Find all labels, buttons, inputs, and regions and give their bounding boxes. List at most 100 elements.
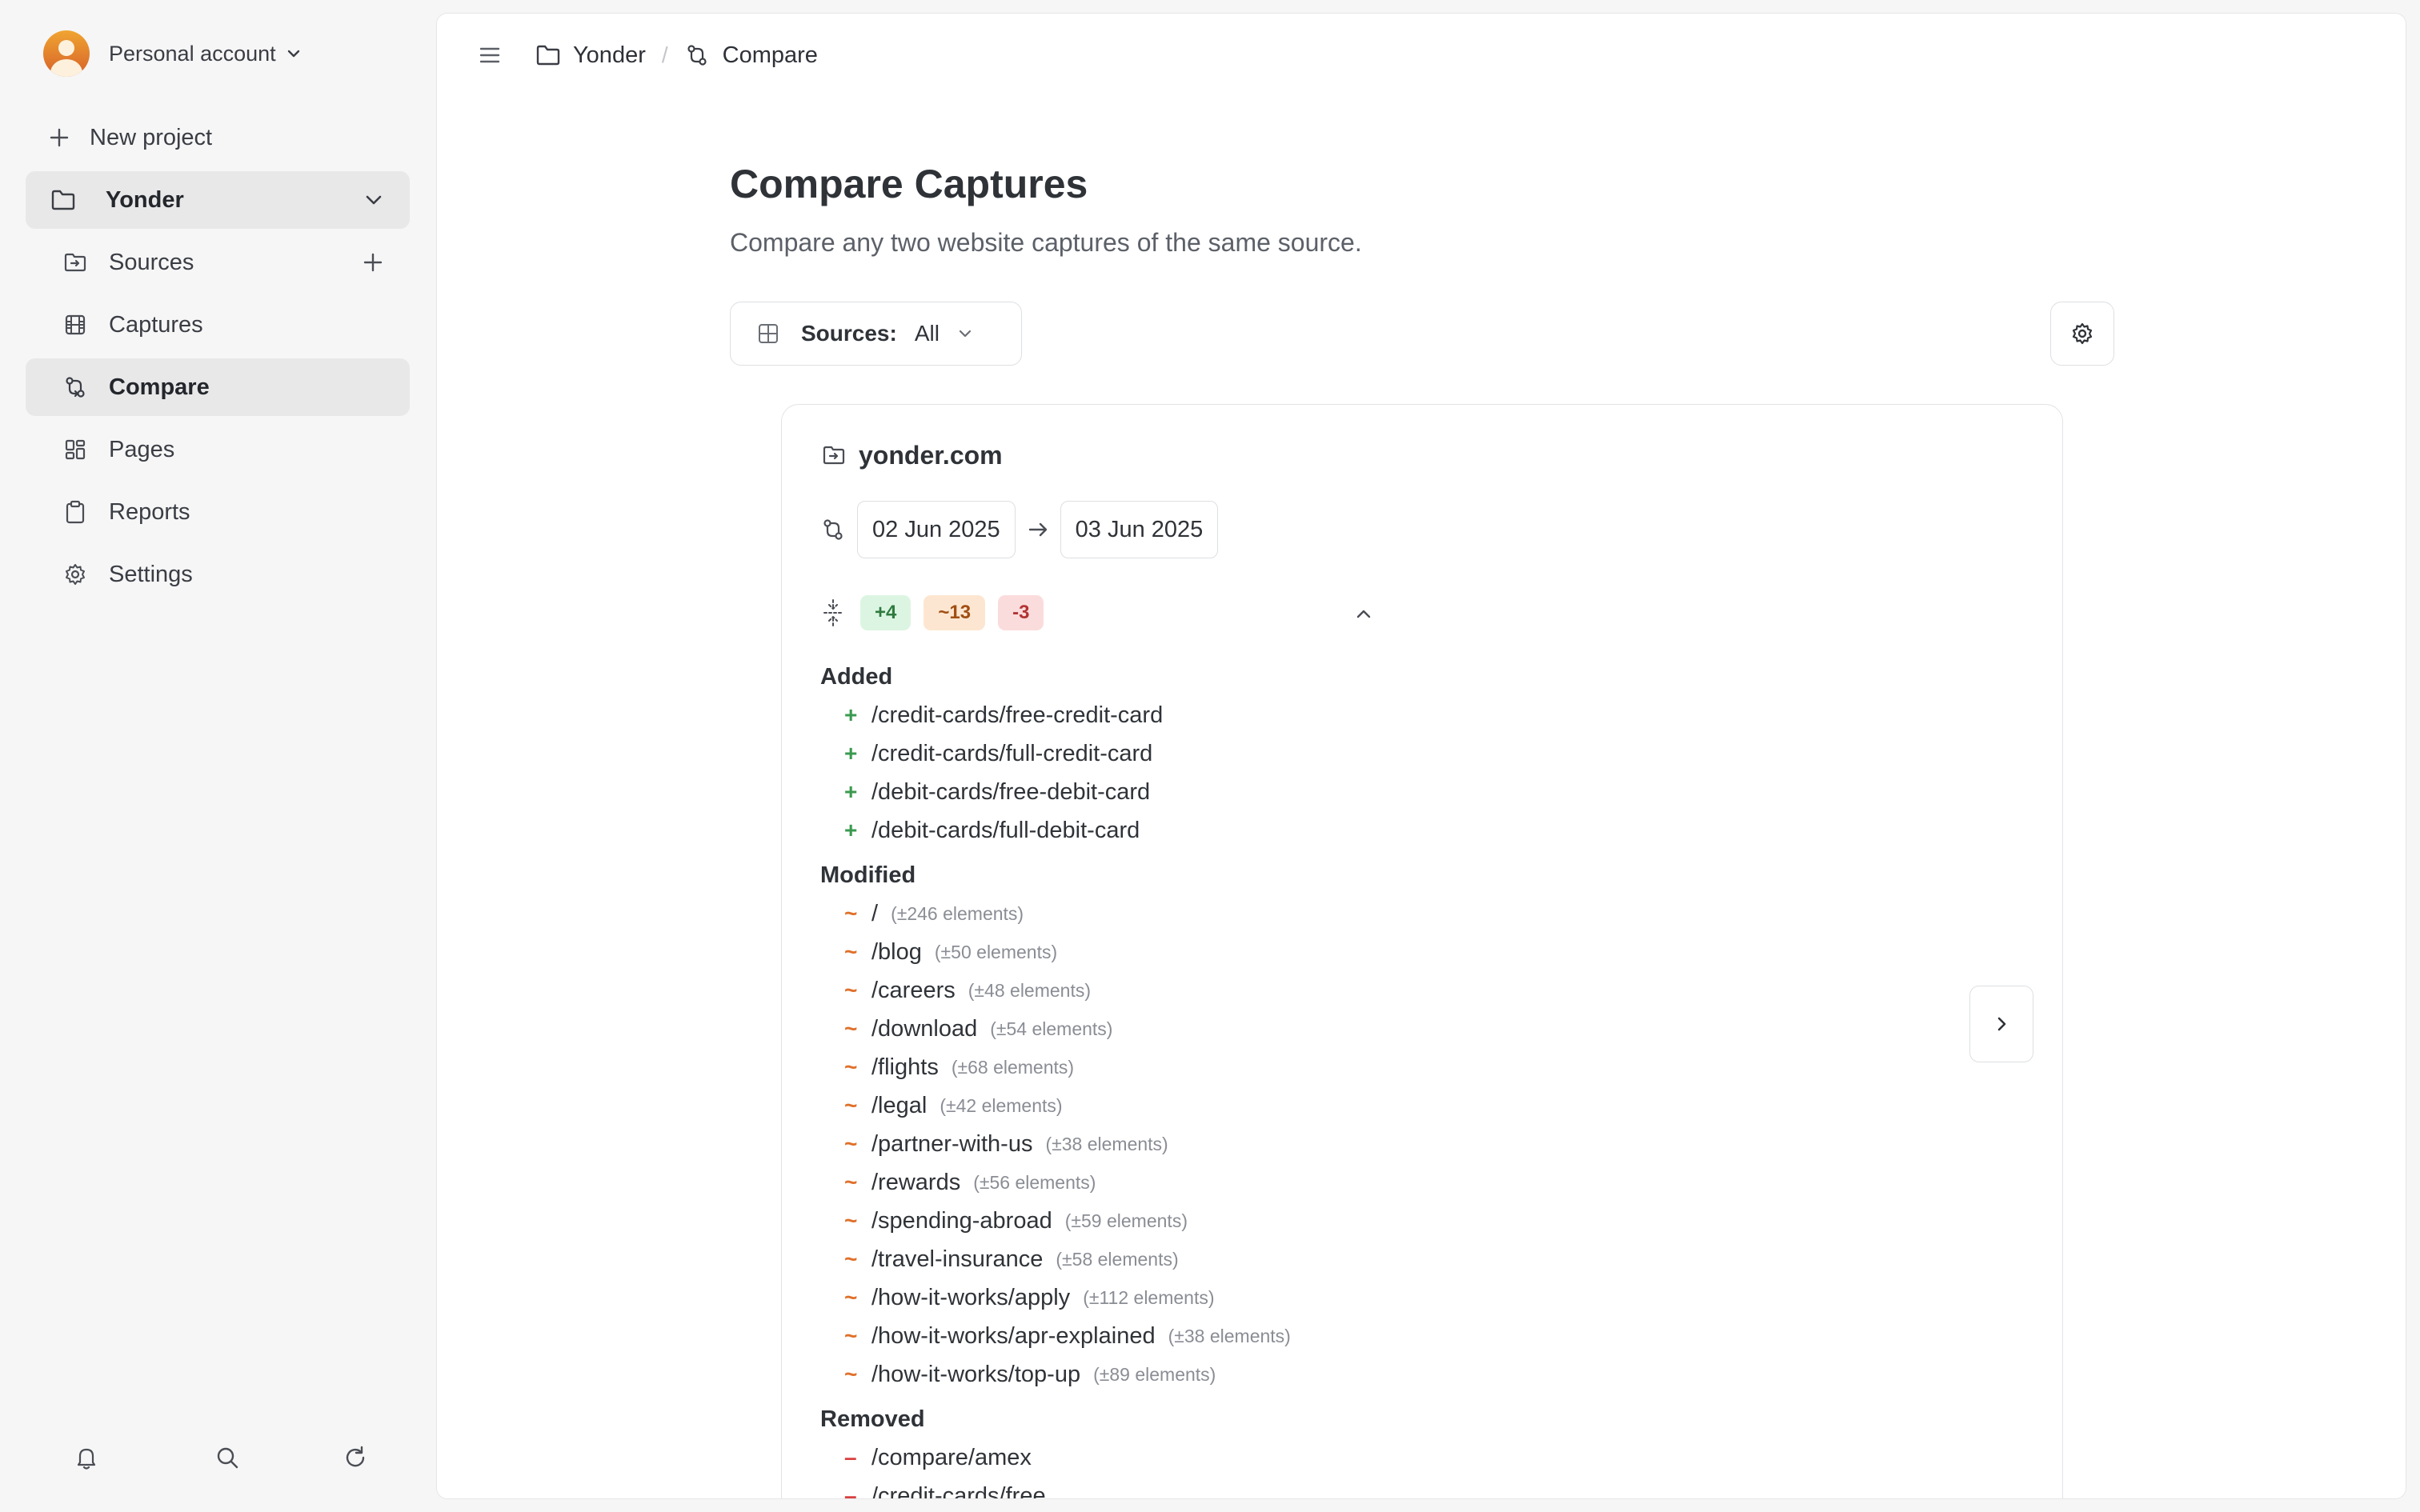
account-label: Personal account <box>109 41 276 66</box>
page-path: /credit-cards/full-credit-card <box>871 740 1153 766</box>
list-item[interactable]: ~ /how-it-works/top-up (±89 elements) <box>820 1355 1861 1394</box>
folder-icon <box>50 186 77 214</box>
sidebar-footer <box>64 1440 384 1475</box>
sidebar-item-label: Pages <box>109 436 175 462</box>
page-path: /debit-cards/full-debit-card <box>871 817 1140 843</box>
bell-icon[interactable] <box>69 1440 104 1475</box>
element-count: (±112 elements) <box>1083 1286 1215 1308</box>
sidebar: Personal account New project Yonder Sour… <box>0 0 432 1512</box>
list-item[interactable]: –/credit-cards/free <box>820 1477 1861 1499</box>
removed-section-title: Removed <box>820 1406 925 1432</box>
page-path: /credit-cards/free-credit-card <box>871 702 1164 728</box>
list-item[interactable]: ~ /blog (±50 elements) <box>820 933 1861 971</box>
to-date-picker[interactable]: 03 Jun 2025 <box>1060 501 1219 558</box>
breadcrumb-page: Compare <box>722 42 818 68</box>
menu-icon[interactable] <box>477 42 503 68</box>
sidebar-item-reports[interactable]: Reports <box>26 483 410 541</box>
sidebar-item-label: Sources <box>109 249 194 275</box>
list-item[interactable]: ~ /careers (±48 elements) <box>820 971 1861 1010</box>
list-item[interactable]: + /credit-cards/free-credit-card <box>820 696 1861 734</box>
chevron-up-icon[interactable] <box>1352 602 1376 626</box>
removed-symbol: – <box>844 1445 857 1470</box>
arrow-right-icon <box>1016 517 1060 542</box>
list-item[interactable]: + /debit-cards/free-debit-card <box>820 773 1861 811</box>
element-count: (±42 elements) <box>940 1094 1063 1116</box>
list-item[interactable]: ~ /how-it-works/apr-explained (±38 element… <box>820 1317 1861 1355</box>
sidebar-item-captures[interactable]: Captures <box>26 296 410 354</box>
list-item[interactable]: + /debit-cards/full-debit-card <box>820 811 1861 850</box>
sidebar-item-pages[interactable]: Pages <box>26 421 410 478</box>
list-item[interactable]: –/compare/amex <box>820 1438 1861 1477</box>
added-symbol: + <box>844 702 858 727</box>
avatar <box>43 30 90 77</box>
breadcrumb-separator: / <box>661 42 668 67</box>
page-path: /spending-abroad <box>871 1207 1052 1234</box>
list-item[interactable]: ~ /legal (±42 elements) <box>820 1086 1861 1125</box>
sidebar-item-compare[interactable]: Compare <box>26 358 410 416</box>
list-item[interactable]: ~ /rewards (±56 elements) <box>820 1163 1861 1202</box>
page-title: Compare Captures <box>730 162 1088 206</box>
project-yonder[interactable]: Yonder <box>26 171 410 229</box>
modified-symbol: ~ <box>844 1362 858 1386</box>
gear-icon <box>2070 322 2094 346</box>
new-project-button[interactable]: New project <box>26 109 410 166</box>
account-switcher[interactable]: Personal account <box>43 30 302 77</box>
element-count: (±56 elements) <box>973 1171 1096 1193</box>
add-source-icon[interactable] <box>362 251 384 274</box>
modified-symbol: ~ <box>844 1285 858 1310</box>
list-item[interactable]: ~ /spending-abroad (±59 elements) <box>820 1202 1861 1240</box>
list-item[interactable]: ~ /download (±54 elements) <box>820 1010 1861 1048</box>
modified-symbol: ~ <box>844 1093 858 1118</box>
from-date-picker[interactable]: 02 Jun 2025 <box>857 501 1016 558</box>
element-count: (±38 elements) <box>1168 1325 1291 1346</box>
modified-section-title: Modified <box>820 862 916 888</box>
modified-symbol: ~ <box>844 1054 858 1079</box>
sidebar-item-settings[interactable]: Settings <box>26 546 410 603</box>
page-path: /blog <box>871 938 922 965</box>
list-item[interactable]: + /credit-cards/full-credit-card <box>820 734 1861 773</box>
list-item[interactable]: ~ /partner-with-us (±38 elements) <box>820 1125 1861 1163</box>
added-section-title: Added <box>820 663 893 690</box>
sources-filter[interactable]: Sources: All <box>730 302 1022 366</box>
list-item[interactable]: ~ /travel-insurance (±58 elements) <box>820 1240 1861 1278</box>
page-path: /how-it-works/apply <box>871 1284 1071 1310</box>
search-icon[interactable] <box>210 1440 245 1475</box>
modified-symbol: ~ <box>844 1323 858 1348</box>
project-label: Yonder <box>106 186 184 213</box>
modified-symbol: ~ <box>844 939 858 964</box>
list-item[interactable]: ~ /flights (±68 elements) <box>820 1048 1861 1086</box>
next-button[interactable] <box>1969 986 2033 1062</box>
modified-symbol: ~ <box>844 1131 858 1156</box>
chevron-down-icon[interactable] <box>363 190 384 210</box>
main-panel: Yonder / Compare Compare Captures Compar… <box>436 13 2406 1499</box>
new-project-label: New project <box>90 124 213 150</box>
page-path: /debit-cards/free-debit-card <box>871 778 1151 805</box>
sources-icon <box>820 442 847 469</box>
list-item[interactable]: ~ /how-it-works/apply (±112 elements) <box>820 1278 1861 1317</box>
expand-vertical-icon[interactable] <box>820 598 846 627</box>
element-count: (±59 elements) <box>1064 1210 1188 1231</box>
compare-icon <box>684 42 710 68</box>
element-count: (±50 elements) <box>934 941 1058 962</box>
sidebar-item-label: Compare <box>109 374 210 400</box>
element-count: (±54 elements) <box>990 1018 1113 1039</box>
element-count: (±38 elements) <box>1045 1133 1168 1154</box>
list-item[interactable]: ~ / (±246 elements) <box>820 894 1861 933</box>
modified-symbol: ~ <box>844 1246 858 1271</box>
page-path: /careers <box>871 977 956 1003</box>
gear-icon <box>62 562 88 587</box>
modified-symbol: ~ <box>844 1208 858 1233</box>
settings-button[interactable] <box>2050 302 2114 366</box>
page-path: /credit-cards/free <box>871 1482 1046 1499</box>
sidebar-item-sources[interactable]: Sources <box>26 234 410 291</box>
plus-icon <box>46 125 72 150</box>
page-subtitle: Compare any two website captures of the … <box>730 228 1362 257</box>
chevron-down-icon <box>286 46 302 62</box>
source-header: yonder.com <box>820 438 1003 472</box>
breadcrumb-project[interactable]: Yonder <box>573 42 646 69</box>
chevron-down-icon <box>956 324 975 343</box>
element-count: (±89 elements) <box>1093 1363 1216 1385</box>
date-range: 02 Jun 2025 03 Jun 2025 <box>820 501 1219 558</box>
refresh-icon[interactable] <box>338 1440 373 1475</box>
page-path: /partner-with-us <box>871 1130 1033 1157</box>
